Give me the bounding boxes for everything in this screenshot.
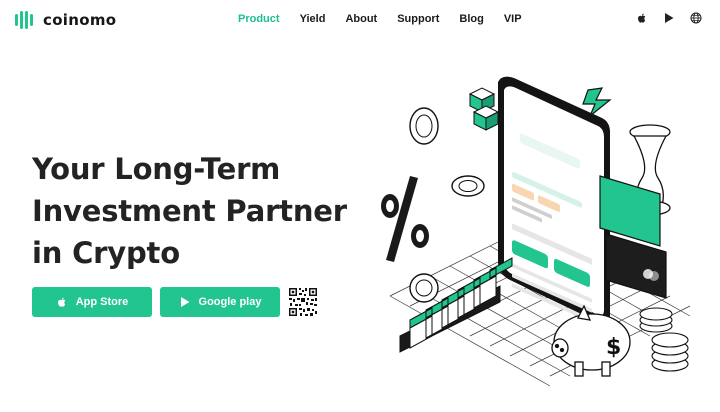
google-play-label: Google play: [198, 296, 262, 308]
play-store-icon[interactable]: [663, 12, 675, 24]
brand-name: coinomo: [43, 11, 117, 29]
coin-icon: [409, 273, 439, 303]
hero-title: Your Long-Term Investment Partner in Cry…: [32, 148, 362, 274]
coin-stack-icon: [639, 307, 673, 333]
qr-code-icon[interactable]: [288, 287, 318, 317]
app-store-button[interactable]: App Store: [32, 287, 152, 317]
stairs-icon: [399, 257, 513, 353]
header-icons: [636, 12, 702, 24]
hero-title-line-3: in Crypto: [32, 236, 180, 270]
globe-icon[interactable]: [690, 12, 702, 24]
percent-icon: [381, 176, 429, 262]
main-nav: Product Yield About Support Blog VIP: [238, 13, 522, 25]
top-header: coinomo Product Yield About Support Blog…: [0, 0, 720, 40]
cubes-icon: [468, 87, 500, 131]
coin-icon: [451, 175, 485, 197]
brand-logo[interactable]: coinomo: [14, 9, 116, 31]
hero-illustration: $: [381, 76, 691, 387]
nav-product[interactable]: Product: [238, 13, 280, 25]
nav-yield[interactable]: Yield: [300, 13, 326, 25]
app-store-label: App Store: [75, 296, 129, 308]
nav-support[interactable]: Support: [397, 13, 439, 25]
hero-title-line-2: Investment Partner: [32, 194, 347, 228]
nav-vip[interactable]: VIP: [504, 13, 522, 25]
nav-about[interactable]: About: [345, 13, 377, 25]
coinomo-logo-icon: [15, 11, 33, 29]
apple-icon[interactable]: [636, 12, 648, 24]
google-play-button[interactable]: Google play: [160, 287, 280, 317]
play-store-icon: [180, 297, 190, 307]
nav-blog[interactable]: Blog: [459, 13, 483, 25]
credit-card-icon: [599, 175, 667, 299]
svg-text:$: $: [606, 335, 621, 360]
coin-stack-icon: [651, 332, 689, 372]
apple-icon: [57, 297, 66, 307]
piggy-bank-icon: $: [551, 304, 631, 377]
hero-title-line-1: Your Long-Term: [32, 152, 281, 186]
coin-icon: [409, 107, 439, 145]
